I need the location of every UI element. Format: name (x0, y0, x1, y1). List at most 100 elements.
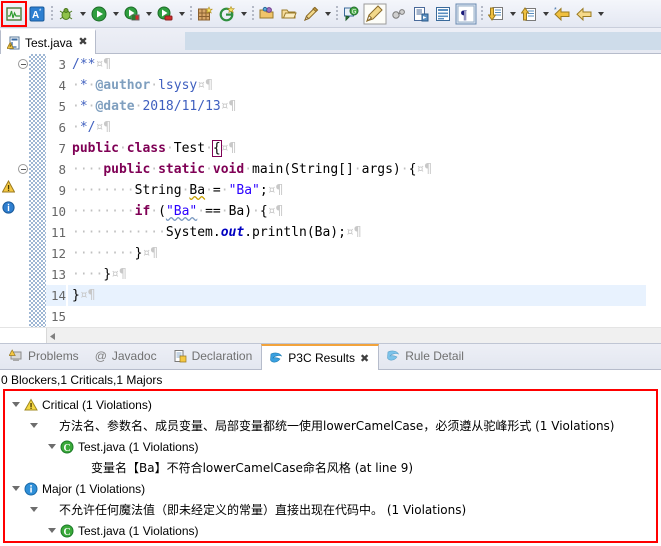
tab-label: Declaration (191, 349, 253, 363)
tab-rule-detail[interactable]: Rule Detail (379, 343, 473, 369)
next-annotation-icon[interactable] (485, 3, 507, 25)
folding-column[interactable] (17, 54, 29, 327)
close-icon[interactable]: ✖ (78, 37, 87, 48)
run-server-dropdown-arrow[interactable] (143, 3, 154, 25)
p3c-results-tree[interactable]: Critical (1 Violations) 方法名、参数名、成员变量、局部变… (3, 389, 658, 543)
tree-row-label: Major (1 Violations) (42, 481, 146, 496)
spell-check-icon[interactable]: A * (26, 3, 48, 25)
tab-javadoc[interactable]: @ Javadoc (88, 343, 166, 369)
editor-selection-strip (185, 32, 661, 50)
run-icon[interactable] (88, 3, 110, 25)
tab-problems[interactable]: Problems (2, 343, 88, 369)
run-dropdown-arrow[interactable] (110, 3, 121, 25)
expand-arrow-icon[interactable] (45, 524, 59, 538)
line-number: 15 (50, 309, 66, 324)
expand-arrow-icon[interactable] (9, 398, 23, 412)
open-type-icon[interactable] (256, 3, 278, 25)
expand-arrow-icon[interactable] (45, 440, 59, 454)
code-line-3: /**¤¶ (72, 57, 112, 72)
hscroll-left-arrow[interactable] (48, 329, 61, 342)
line-number: 12 (50, 246, 66, 261)
links-icon[interactable] (388, 3, 410, 25)
tab-p3c-results[interactable]: P3C Results ✖ (261, 344, 380, 370)
toolbar-separator-3 (249, 3, 256, 25)
svg-text:¶: ¶ (461, 7, 467, 22)
code-line-6: ·*/¤¶ (72, 120, 112, 135)
line-number: 13 (50, 267, 66, 282)
fold-marker-line8[interactable] (18, 164, 28, 174)
svg-text:*: * (554, 7, 557, 14)
tree-row-major[interactable]: Major (1 Violations) (5, 478, 656, 499)
open-task-icon[interactable] (278, 3, 300, 25)
show-whitespace-icon[interactable]: ¶ (454, 3, 478, 25)
back-icon[interactable]: * (551, 3, 573, 25)
p3c-scan-icon[interactable] (1, 0, 27, 27)
expand-arrow-placeholder (77, 461, 91, 475)
svg-text:C: C (64, 527, 71, 538)
profile-icon[interactable] (154, 3, 176, 25)
line-number: 4 (58, 78, 66, 93)
debug-dropdown-arrow[interactable] (77, 3, 88, 25)
run-server-icon[interactable] (121, 3, 143, 25)
previous-annotation-dropdown-arrow[interactable] (540, 3, 551, 25)
tab-label: Javadoc (111, 349, 157, 363)
tree-row-critical[interactable]: Critical (1 Violations) (5, 394, 656, 415)
tab-declaration[interactable]: Declaration (166, 343, 262, 369)
code-line-7: public·class·Test·{¤¶ (72, 140, 237, 157)
external-tools-icon[interactable] (410, 3, 432, 25)
code-line-14: }¤¶ (68, 285, 646, 306)
next-annotation-dropdown-arrow[interactable] (507, 3, 518, 25)
forward-icon[interactable] (573, 3, 595, 25)
view-tabbar: Problems @ Javadoc Declaration P3C Resul… (0, 343, 661, 370)
line-number: 5 (58, 99, 66, 114)
editor-horizontal-scrollbar[interactable] (0, 327, 661, 343)
line-number-column: 3 4 5 6 7 8 9 10 11 12 13 14 15 (46, 54, 68, 327)
java-class-icon: C (59, 523, 75, 539)
forward-dropdown-arrow[interactable] (595, 3, 606, 25)
tree-row-critical-file[interactable]: C Test.java (1 Violations) (5, 436, 656, 457)
view-menu-icon[interactable] (432, 3, 454, 25)
editor-tab-label: Test.java (25, 35, 73, 50)
warning-marker-icon[interactable] (1, 178, 16, 194)
tree-row-critical-violation[interactable]: 变量名【Ba】不符合lowerCamelCase命名风格 (at line 9) (5, 457, 656, 478)
eclipse-window: A * G ¶ * Test.java ✖ 3 4 5 6 7 8 9 10 1… (0, 0, 661, 546)
code-line-9: ········String·Ba·=·"Ba";¤¶ (72, 183, 284, 198)
highlighter-icon[interactable] (362, 3, 388, 25)
info-marker-icon[interactable] (1, 199, 16, 215)
svg-text:G: G (352, 9, 357, 15)
tab-label: Problems (28, 349, 79, 363)
pencil-icon[interactable] (300, 3, 322, 25)
toolbar-separator-2 (187, 3, 194, 25)
annotation-marker-column[interactable] (0, 54, 17, 327)
problems-icon (9, 349, 23, 363)
tree-row-label: 不允许任何魔法值（即未经定义的常量）直接出现在代码中。 (1 Violation… (59, 503, 467, 517)
main-toolbar: A * G ¶ * (0, 0, 661, 28)
expand-arrow-icon[interactable] (27, 419, 41, 433)
expand-arrow-icon[interactable] (27, 503, 41, 517)
tree-row-label: Test.java (1 Violations) (78, 439, 199, 454)
declaration-icon (173, 349, 187, 363)
close-icon[interactable]: ✖ (360, 352, 369, 365)
code-editor[interactable]: 3 4 5 6 7 8 9 10 11 12 13 14 15 /**¤¶ ·*… (0, 54, 661, 327)
previous-annotation-icon[interactable] (518, 3, 540, 25)
overview-ruler[interactable] (646, 54, 661, 327)
violations-summary: 0 Blockers,1 Criticals,1 Majors (0, 370, 661, 389)
new-wizard-dropdown-arrow[interactable] (238, 3, 249, 25)
tree-row-critical-rule[interactable]: 方法名、参数名、成员变量、局部变量都统一使用lowerCamelCase，必须遵… (5, 415, 656, 436)
profile-dropdown-arrow[interactable] (176, 3, 187, 25)
new-wizard-icon[interactable] (216, 3, 238, 25)
new-package-icon[interactable] (194, 3, 216, 25)
tree-row-label: 变量名【Ba】不符合lowerCamelCase命名风格 (at line 9) (91, 461, 414, 475)
pencil-dropdown-arrow[interactable] (322, 3, 333, 25)
tree-row-major-violation[interactable]: 魔法值【"Ba"】 (at line 10) (5, 541, 656, 543)
tree-row-major-file[interactable]: C Test.java (1 Violations) (5, 520, 656, 541)
fold-marker-line3[interactable] (18, 59, 28, 69)
tree-row-major-rule[interactable]: 不允许任何魔法值（即未经定义的常量）直接出现在代码中。 (1 Violation… (5, 499, 656, 520)
code-text-area[interactable]: /**¤¶ ·*·@author·lsysy¤¶ ·*·@date·2018/1… (68, 54, 646, 327)
editor-tab-test-java[interactable]: Test.java ✖ (0, 29, 96, 54)
tree-row-label: Critical (1 Violations) (42, 397, 152, 412)
toolbar-separator-4 (333, 3, 340, 25)
debug-icon[interactable] (55, 3, 77, 25)
search-web-icon[interactable]: G (340, 3, 362, 25)
expand-arrow-icon[interactable] (9, 482, 23, 496)
